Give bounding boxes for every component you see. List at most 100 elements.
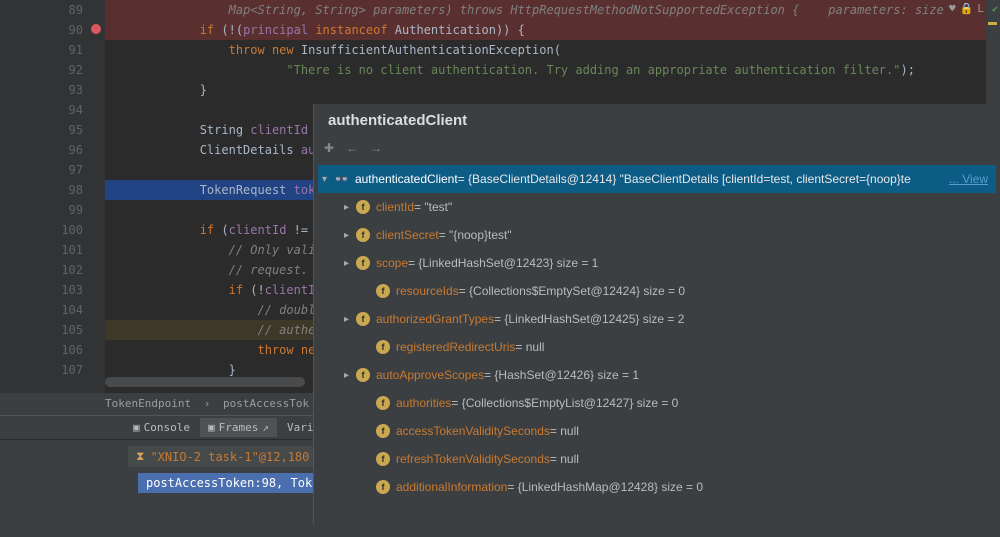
new-watch-icon[interactable]: ✚ (324, 141, 334, 155)
code-line: if (!(principal instanceof Authenticatio… (105, 20, 1000, 40)
chevron-right-icon[interactable] (344, 258, 356, 269)
field-name: refreshTokenValiditySeconds (396, 452, 550, 466)
code-line: "There is no client authentication. Try … (105, 60, 1000, 80)
breadcrumb-method[interactable]: postAccessTok (223, 397, 309, 410)
field-name: additionalInformation (396, 480, 507, 494)
gutter-line: 90 (0, 20, 83, 40)
console-icon: ▣ (133, 421, 140, 434)
gutter-line: 96 (0, 140, 83, 160)
gutter-line: 106 (0, 340, 83, 360)
field-name: authorities (396, 396, 451, 410)
code-line: throw new InsufficientAuthenticationExce… (105, 40, 1000, 60)
gutter-line: 103 (0, 280, 83, 300)
field-value: = {LinkedHashSet@12425} size = 2 (494, 312, 684, 326)
field-value: = {LinkedHashSet@12423} size = 1 (408, 256, 598, 270)
field-value: = "{noop}test" (439, 228, 512, 242)
popup-toolbar: ✚ ← → (314, 137, 1000, 159)
chevron-right-icon[interactable] (344, 370, 356, 381)
tree-field[interactable]: fauthorizedGrantTypes = {LinkedHashSet@1… (318, 305, 996, 333)
field-value: = null (550, 424, 579, 438)
tree-field[interactable]: f resourceIds = {Collections$EmptySet@124… (318, 277, 996, 305)
chevron-down-icon[interactable] (322, 174, 334, 185)
field-value: = {Collections$EmptySet@12424} size = 0 (459, 284, 685, 298)
field-icon: f (376, 340, 390, 354)
tree-field[interactable]: f clientId = "test" (318, 193, 996, 221)
tree-field[interactable]: f authorities = {Collections$EmptyList@12… (318, 389, 996, 417)
nav-back-icon[interactable]: ← (346, 141, 358, 155)
field-value: = {Collections$EmptyList@12427} size = 0 (451, 396, 678, 410)
tab-frames[interactable]: ▣ Frames ↗ (200, 418, 277, 437)
l-icon[interactable]: L (977, 2, 984, 15)
gutter-line: 98 (0, 180, 83, 200)
field-icon: f (376, 424, 390, 438)
view-link[interactable]: ... View (949, 172, 996, 186)
field-icon: f (376, 396, 390, 410)
chevron-right-icon[interactable] (344, 202, 356, 213)
gutter-line: 93 (0, 80, 83, 100)
gutter-line: 95 (0, 120, 83, 140)
chevron-right-icon[interactable] (344, 230, 356, 241)
heart-icon[interactable]: ♥ (949, 2, 956, 15)
code-line: } (105, 80, 1000, 100)
breadcrumb-class[interactable]: TokenEndpoint (105, 397, 191, 410)
thread-label: "XNIO-2 task-1"@12,180 in (150, 450, 331, 464)
tree-root[interactable]: 👓 authenticatedClient = {BaseClientDetai… (318, 165, 996, 193)
field-icon: f (356, 368, 370, 382)
error-icon (91, 24, 101, 34)
gutter-line: 100 (0, 220, 83, 240)
field-value: = "test" (414, 200, 452, 214)
gutter-line: 91 (0, 40, 83, 60)
field-icon: f (356, 200, 370, 214)
evaluate-popup: authenticatedClient ✚ ← → 👓 authenticate… (313, 104, 1000, 524)
tab-label: Console (144, 421, 190, 434)
popout-icon[interactable]: ↗ (262, 421, 269, 434)
tree-field[interactable]: f accessTokenValiditySeconds = null (318, 417, 996, 445)
field-name: autoApproveScopes (376, 368, 484, 382)
field-name: scope (376, 256, 408, 270)
warning-marker[interactable] (988, 22, 997, 25)
gutter-line: 105 (0, 320, 83, 340)
field-icon: f (376, 284, 390, 298)
field-value: = {BaseClientDetails@12414} "BaseClientD… (458, 172, 911, 186)
field-name: accessTokenValiditySeconds (396, 424, 550, 438)
tree-field[interactable]: frefreshTokenValiditySeconds = null (318, 445, 996, 473)
field-name: clientId (376, 200, 414, 214)
watch-glasses-icon: 👓 (334, 172, 349, 186)
gutter-line: 94 (0, 100, 83, 120)
lock-icon[interactable]: 🔒 (960, 2, 974, 15)
gutter-line: 92 (0, 60, 83, 80)
field-value: = null (515, 340, 544, 354)
popup-title: authenticatedClient (314, 104, 1000, 137)
tab-label: Frames (219, 421, 259, 434)
code-line: Map<String, String> parameters) throws H… (105, 0, 1000, 20)
field-icon: f (376, 480, 390, 494)
analysis-ok-icon: ✔ (992, 4, 998, 15)
gutter-line: 104 (0, 300, 83, 320)
tree-field[interactable]: fscope = {LinkedHashSet@12423} size = 1 (318, 249, 996, 277)
tree-field[interactable]: fregisteredRedirectUris = null (318, 333, 996, 361)
field-name: resourceIds (396, 284, 459, 298)
tree-field[interactable]: f clientSecret = "{noop}test" (318, 221, 996, 249)
gutter-line: 101 (0, 240, 83, 260)
horizontal-scrollbar[interactable] (105, 377, 305, 387)
gutter-line: 97 (0, 160, 83, 180)
gutter-line: 99 (0, 200, 83, 220)
field-name: clientSecret (376, 228, 439, 242)
tree-field[interactable]: fautoApproveScopes = {HashSet@12426} siz… (318, 361, 996, 389)
frame-label: postAccessToken:98, TokenEn (146, 476, 341, 490)
tree-field[interactable]: fadditionalInformation = {LinkedHashMap@… (318, 473, 996, 501)
variable-tree: 👓 authenticatedClient = {BaseClientDetai… (314, 159, 1000, 507)
field-icon: f (356, 256, 370, 270)
tab-console[interactable]: ▣ Console (125, 418, 198, 437)
frames-icon: ▣ (208, 421, 215, 434)
nav-forward-icon[interactable]: → (370, 141, 382, 155)
thread-hourglass-icon: ⧗ (136, 449, 144, 464)
field-icon: f (376, 452, 390, 466)
breadcrumb-sep: › (204, 397, 211, 410)
editor-top-icons: ♥ 🔒 L (949, 2, 984, 15)
line-gutter: 89 90 91 92 93 94 95 96 97 98 99 100 101… (0, 0, 105, 393)
field-name: authenticatedClient (355, 172, 458, 186)
chevron-right-icon[interactable] (344, 314, 356, 325)
field-icon: f (356, 228, 370, 242)
gutter-line: 102 (0, 260, 83, 280)
